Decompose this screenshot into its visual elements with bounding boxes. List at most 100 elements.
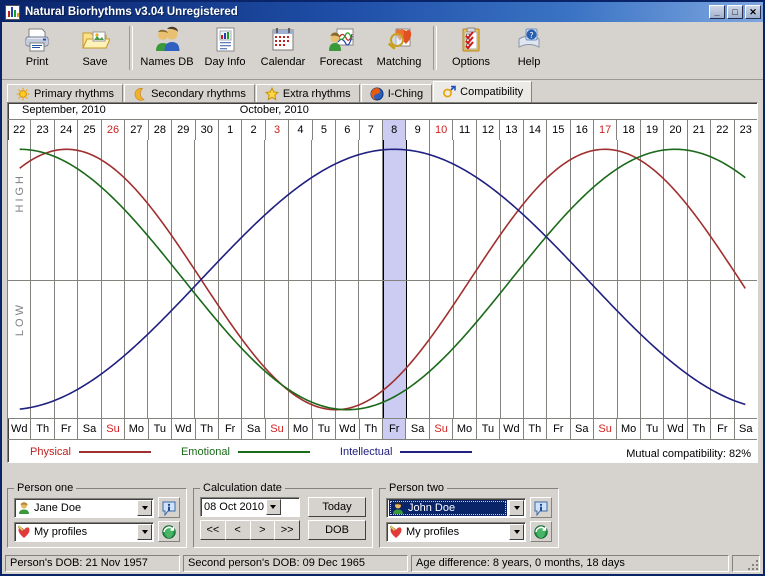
weekday-cell[interactable]: Fr <box>55 419 79 439</box>
person-one-refresh-button[interactable] <box>158 521 180 542</box>
day-number-cell[interactable]: 26 <box>102 120 126 140</box>
tab-i-ching[interactable]: I-Ching <box>360 84 433 103</box>
minimize-button[interactable]: _ <box>709 5 725 19</box>
day-number-cell[interactable]: 6 <box>336 120 360 140</box>
weekday-cell[interactable]: Wd <box>8 419 32 439</box>
nav-prev-button[interactable]: < <box>224 520 251 540</box>
weekday-cell[interactable]: Su <box>430 419 454 439</box>
weekday-cell[interactable]: Wd <box>500 419 524 439</box>
close-button[interactable]: ✕ <box>745 5 761 19</box>
day-number-cell[interactable]: 20 <box>664 120 688 140</box>
day-number-cell[interactable]: 22 <box>711 120 735 140</box>
person-two-profile-dropdown-arrow[interactable] <box>509 523 524 540</box>
person-two-info-button[interactable] <box>530 497 552 518</box>
person-one-profile-dropdown-arrow[interactable] <box>137 523 152 540</box>
day-number-cell[interactable]: 11 <box>453 120 477 140</box>
weekday-cell[interactable]: Mo <box>617 419 641 439</box>
calendar-button[interactable]: Calendar <box>254 22 312 76</box>
day-number-cell[interactable]: 23 <box>31 120 55 140</box>
calculation-date-field[interactable]: 08 Oct 2010 <box>200 497 300 517</box>
day-number-cell[interactable]: 3 <box>266 120 290 140</box>
today-button[interactable]: Today <box>308 497 366 517</box>
person-one-name-combo[interactable]: Jane Doe <box>14 497 154 518</box>
day-number-cell[interactable]: 15 <box>547 120 571 140</box>
tab-compatibility[interactable]: Compatibility <box>433 81 533 102</box>
maximize-button[interactable]: □ <box>727 5 743 19</box>
weekday-cell[interactable]: Th <box>196 419 219 439</box>
weekday-cell[interactable]: Fr <box>711 419 735 439</box>
day-number-cell[interactable]: 30 <box>196 120 219 140</box>
day-number-cell[interactable]: 12 <box>477 120 501 140</box>
tab-primary-rhythms[interactable]: Primary rhythms <box>7 84 124 103</box>
save-button[interactable]: Save <box>66 22 124 76</box>
day-number-cell[interactable]: 19 <box>641 120 665 140</box>
person-two-profile-combo[interactable]: My profiles <box>386 521 526 542</box>
person-one-info-button[interactable] <box>158 497 180 518</box>
day-number-cell[interactable]: 21 <box>688 120 712 140</box>
day-number-cell[interactable]: 13 <box>500 120 524 140</box>
weekday-cell[interactable]: Wd <box>172 419 196 439</box>
forecast-button[interactable]: Forecast <box>312 22 370 76</box>
day-number-cell[interactable]: 28 <box>149 120 173 140</box>
weekday-cell[interactable]: Th <box>524 419 548 439</box>
person-two-name-combo[interactable]: John Doe <box>386 497 526 518</box>
day-number-cell[interactable]: 7 <box>360 120 383 140</box>
weekday-cell[interactable]: Sa <box>242 419 266 439</box>
weekday-cell[interactable]: Tu <box>641 419 665 439</box>
day-number-cell[interactable]: 5 <box>313 120 337 140</box>
day-number-cell[interactable]: 16 <box>571 120 594 140</box>
day-number-cell[interactable]: 23 <box>735 120 757 140</box>
weekday-cell[interactable]: Su <box>102 419 126 439</box>
person-one-name-dropdown-arrow[interactable] <box>137 499 152 516</box>
dob-button[interactable]: DOB <box>308 520 366 540</box>
weekday-cell[interactable]: Tu <box>149 419 173 439</box>
day-number-cell[interactable]: 10 <box>430 120 454 140</box>
person-two-refresh-button[interactable] <box>530 521 552 542</box>
day-number-cell[interactable]: 9 <box>406 120 430 140</box>
weekday-cell[interactable]: Fr <box>547 419 571 439</box>
weekday-cell[interactable]: Su <box>266 419 290 439</box>
day-number-cell[interactable]: 1 <box>219 120 243 140</box>
weekday-cell[interactable]: Sa <box>735 419 757 439</box>
day-number-cell[interactable]: 4 <box>289 120 313 140</box>
weekday-cell[interactable]: Th <box>360 419 383 439</box>
weekday-cell[interactable]: Mo <box>125 419 149 439</box>
weekday-cell[interactable]: Su <box>594 419 618 439</box>
person-one-profile-combo[interactable]: My profiles <box>14 521 154 542</box>
day-number-cell[interactable]: 17 <box>594 120 618 140</box>
nav-next-button[interactable]: > <box>249 520 276 540</box>
options-button[interactable]: Options <box>442 22 500 76</box>
resize-grip-icon[interactable] <box>746 558 758 570</box>
day-number-cell[interactable]: 14 <box>524 120 548 140</box>
weekday-cell[interactable]: Sa <box>406 419 430 439</box>
weekday-cell[interactable]: Th <box>688 419 712 439</box>
weekday-cell[interactable]: Wd <box>664 419 688 439</box>
tab-secondary-rhythms[interactable]: Secondary rhythms <box>124 84 255 103</box>
weekday-cell[interactable]: Tu <box>477 419 501 439</box>
day-number-cell[interactable]: 18 <box>617 120 641 140</box>
tab-extra-rhythms[interactable]: Extra rhythms <box>255 84 360 103</box>
nav-last-button[interactable]: >> <box>274 520 300 540</box>
names-db-button[interactable]: Names DB <box>138 22 196 76</box>
matching-button[interactable]: Matching <box>370 22 428 76</box>
day-number-cell[interactable]: 24 <box>55 120 79 140</box>
weekday-cell[interactable]: Fr <box>219 419 243 439</box>
nav-first-button[interactable]: << <box>200 520 226 540</box>
day-number-cell[interactable]: 29 <box>172 120 196 140</box>
help-button[interactable]: ? Help <box>500 22 558 76</box>
weekday-cell[interactable]: Th <box>31 419 55 439</box>
day-number-cell[interactable]: 27 <box>125 120 149 140</box>
weekday-cell[interactable]: Tu <box>313 419 337 439</box>
person-two-name-dropdown-arrow[interactable] <box>509 499 524 516</box>
day-number-cell[interactable]: 25 <box>78 120 102 140</box>
calculation-date-dropdown-arrow[interactable] <box>265 499 281 515</box>
day-info-button[interactable]: Day Info <box>196 22 254 76</box>
weekday-cell[interactable]: Wd <box>336 419 360 439</box>
weekday-cell[interactable]: Fr <box>383 419 407 439</box>
weekday-cell[interactable]: Mo <box>289 419 313 439</box>
print-button[interactable]: Print <box>8 22 66 76</box>
weekday-cell[interactable]: Sa <box>571 419 594 439</box>
day-number-cell[interactable]: 2 <box>242 120 266 140</box>
day-number-cell[interactable]: 22 <box>8 120 32 140</box>
day-number-cell[interactable]: 8 <box>383 120 407 140</box>
